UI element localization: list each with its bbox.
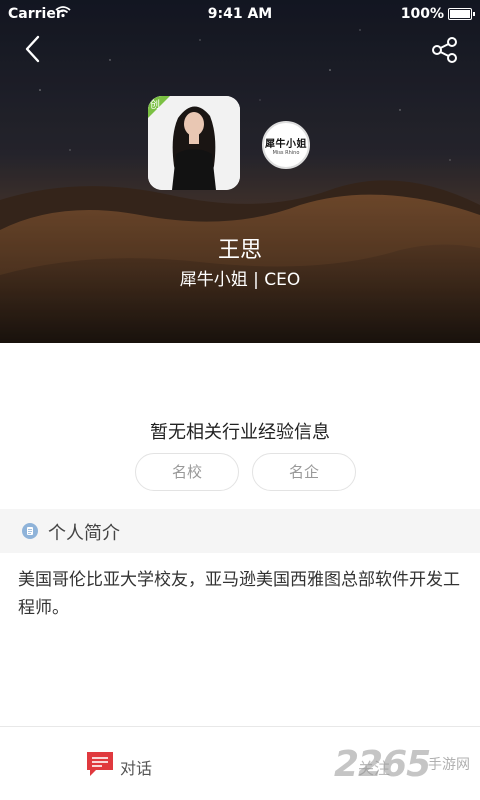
share-button[interactable] — [430, 36, 460, 64]
back-button[interactable] — [18, 34, 48, 64]
tag-famous-school[interactable]: 名校 — [135, 453, 239, 491]
share-icon — [432, 37, 457, 63]
watermark-number: 2265 — [334, 744, 431, 785]
profile-header: Carrier 9:41 AM 100% 创 犀牛小姐 Miss Rhino 王… — [0, 0, 480, 343]
status-bar: Carrier 9:41 AM 100% — [0, 0, 480, 28]
company-logo[interactable]: 犀牛小姐 Miss Rhino — [262, 121, 310, 169]
profile-name: 王思 — [217, 238, 262, 263]
chevron-left-icon — [25, 35, 40, 63]
chat-tab-label: 对话 — [120, 759, 153, 778]
intro-section-title: 个人简介 — [48, 523, 120, 544]
company-logo-subtext: Miss Rhino — [272, 149, 300, 156]
battery-percent: 100% — [400, 6, 444, 22]
company-logo-text: 犀牛小姐 — [265, 138, 307, 150]
intro-section-header: 个人简介 — [0, 509, 480, 553]
tag-famous-company[interactable]: 名企 — [252, 453, 356, 491]
founder-badge-label: 创 — [150, 100, 160, 111]
desert-background — [0, 0, 480, 343]
profile-title: 犀牛小姐 | CEO — [179, 270, 301, 290]
avatar[interactable]: 创 — [148, 96, 240, 190]
document-icon — [22, 523, 38, 539]
battery-icon — [448, 8, 475, 20]
chat-icon — [87, 752, 113, 776]
intro-body: 美国哥伦比亚大学校友，亚马逊美国西雅图总部软件开发工程师。 — [18, 570, 460, 618]
no-experience-text: 暂无相关行业经验信息 — [150, 422, 330, 443]
watermark-text: 手游网 — [428, 757, 470, 773]
